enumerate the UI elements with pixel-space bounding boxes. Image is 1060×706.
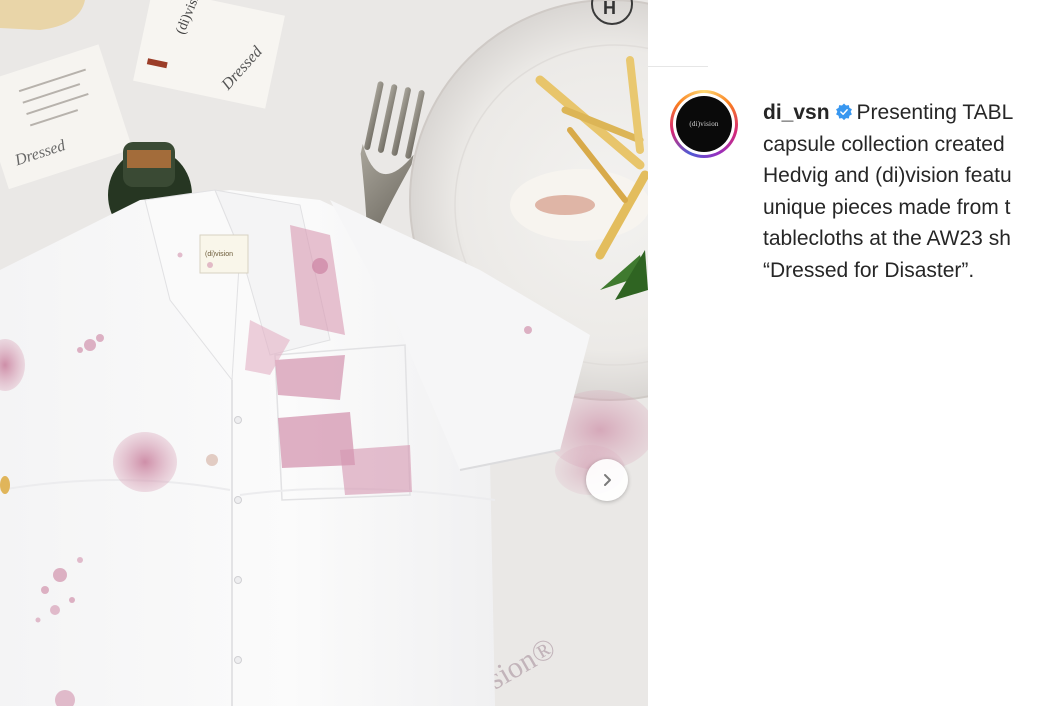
avatar[interactable]: (di)vision (676, 96, 732, 152)
svg-text:H: H (603, 0, 616, 18)
caption-text: Presenting TABL (856, 101, 1014, 124)
caption-line: capsule collection created (763, 132, 1005, 156)
caption-line: tablecloths at the AW23 sh (763, 227, 1011, 250)
username-link[interactable]: di_vsn (763, 101, 830, 124)
divider (648, 66, 708, 67)
post-image: H (di)vision Dressed Dressed sion® (di)v… (0, 0, 648, 706)
story-ring[interactable]: (di)vision (670, 90, 738, 158)
caption-line: di_vsn Presenting TABL (763, 97, 1060, 129)
next-photo-button[interactable] (586, 459, 628, 501)
instagram-post-view: H (di)vision Dressed Dressed sion® (di)v… (0, 0, 1060, 706)
caption-line: “Dressed for Disaster”. (763, 258, 975, 282)
caption-line: unique pieces made from t (763, 195, 1011, 219)
post-caption: di_vsn Presenting TABL capsule collection… (763, 97, 1060, 286)
caption-panel: (di)vision di_vsn Presenting TABL capsule… (648, 0, 1060, 706)
caption-line: Hedvig and (di)vision featu (763, 164, 1012, 187)
post-photo[interactable]: H (di)vision Dressed Dressed sion® (di)v… (0, 0, 648, 706)
chevron-right-icon (604, 474, 611, 486)
svg-text:(di)vision: (di)vision (205, 251, 233, 258)
verified-badge-icon (835, 103, 852, 121)
avatar-logo-text: (di)vision (689, 120, 719, 128)
